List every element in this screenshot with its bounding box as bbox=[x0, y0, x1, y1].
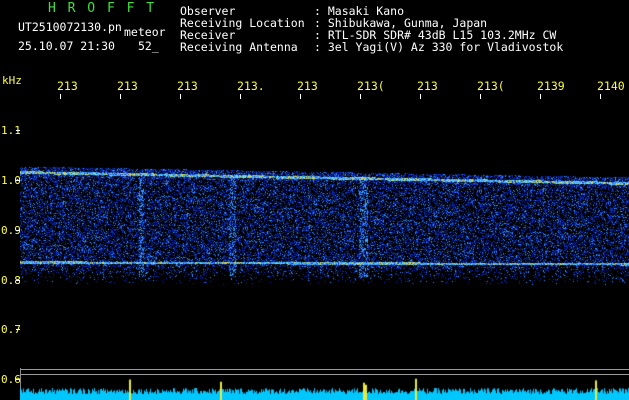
signal-level-trace bbox=[20, 376, 629, 400]
time-tick-marks bbox=[60, 94, 601, 99]
spectrogram bbox=[20, 100, 629, 368]
